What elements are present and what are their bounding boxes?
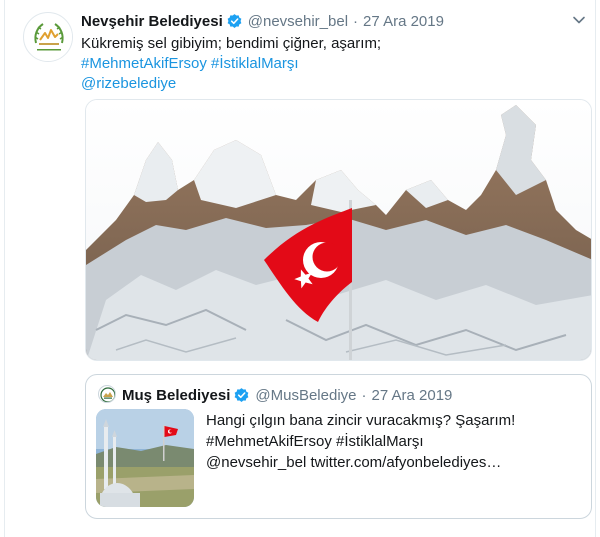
verified-badge-icon: [226, 13, 243, 30]
tweet-header: Nevşehir Belediyesi @nevsehir_bel · 27 A…: [81, 11, 444, 31]
tweet-text: Kükremiş sel gibiyim; bendimi çiğner, aş…: [81, 34, 581, 94]
quoted-author-handle[interactable]: @MusBelediye: [255, 387, 356, 404]
chevron-down-icon[interactable]: [569, 10, 589, 30]
hashtag-text: #MehmetAkifErsoy: [206, 433, 332, 450]
minaret-and-flag-photo: [96, 409, 194, 507]
author-name[interactable]: Nevşehir Belediyesi: [81, 13, 223, 30]
hashtag-link[interactable]: #İstiklalMarşı: [211, 55, 299, 72]
quoted-tweet[interactable]: Muş Belediyesi @MusBelediye · 27 Ara 201…: [85, 374, 592, 519]
municipality-logo-icon: [25, 14, 72, 61]
quoted-tweet-text: Hangi çılgın bana zincir vuracakmış? Şaş…: [206, 410, 586, 473]
tweet-text-line: Kükremiş sel gibiyim; bendimi çiğner, aş…: [81, 35, 382, 52]
mention-text: @nevsehir_bel: [206, 454, 307, 471]
fairy-chimneys-with-turkish-flag-photo: [86, 100, 591, 360]
hashtag-text: #İstiklalMarşı: [336, 433, 424, 450]
quoted-author-avatar[interactable]: [98, 385, 116, 403]
tweet-card[interactable]: Nevşehir Belediyesi @nevsehir_bel · 27 A…: [4, 0, 596, 537]
tweet-media-image[interactable]: [85, 99, 592, 361]
hashtag-link[interactable]: #MehmetAkifErsoy: [81, 55, 207, 72]
tweet-date[interactable]: 27 Ara 2019: [363, 13, 444, 30]
author-avatar[interactable]: [23, 12, 73, 62]
quoted-tweet-thumbnail[interactable]: [96, 409, 194, 507]
municipality-seal-icon: [99, 386, 115, 402]
quoted-tweet-header: Muş Belediyesi @MusBelediye · 27 Ara 201…: [122, 385, 452, 405]
mention-link[interactable]: @rizebelediye: [81, 75, 176, 92]
quoted-author-name[interactable]: Muş Belediyesi: [122, 387, 230, 404]
quoted-text-line: Hangi çılgın bana zincir vuracakmış? Şaş…: [206, 412, 516, 429]
author-handle[interactable]: @nevsehir_bel: [248, 13, 348, 30]
url-text: twitter.com/afyonbelediyes…: [310, 454, 502, 471]
header-separator: ·: [361, 386, 367, 404]
quoted-tweet-date[interactable]: 27 Ara 2019: [372, 387, 453, 404]
header-separator: ·: [353, 12, 359, 30]
verified-badge-icon: [233, 387, 250, 404]
